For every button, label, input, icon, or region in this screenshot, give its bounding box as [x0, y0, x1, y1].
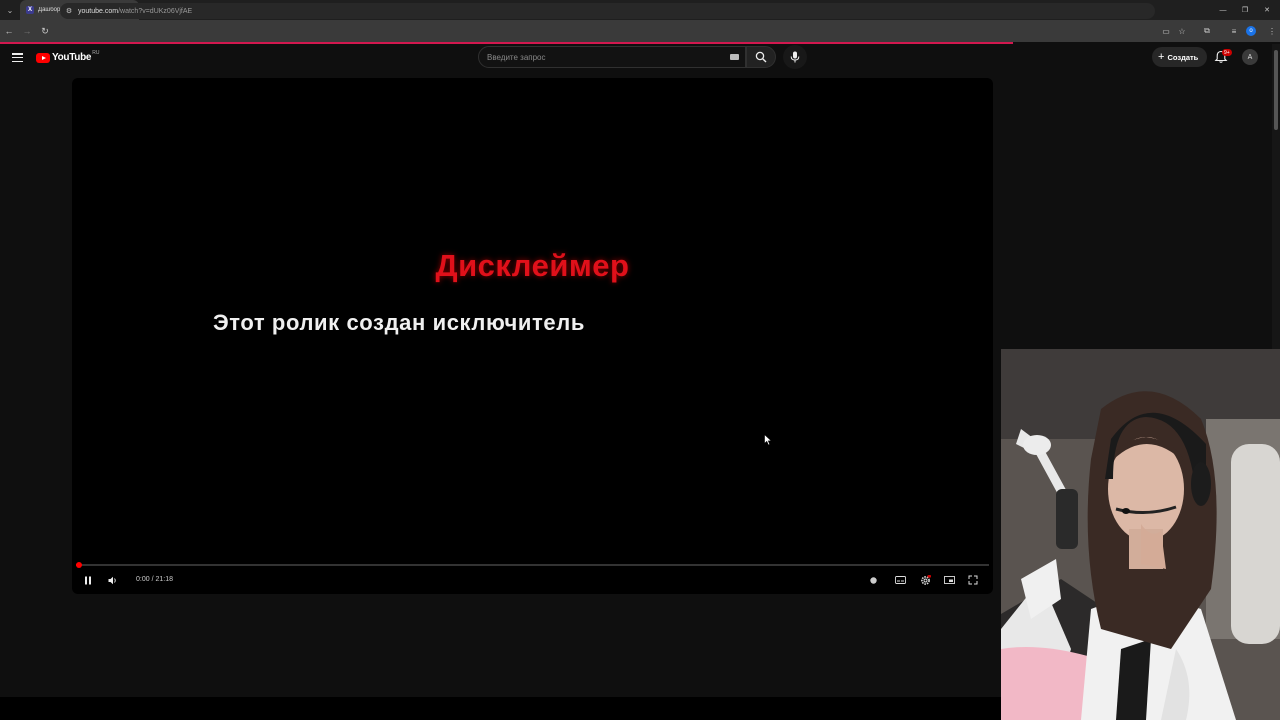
- site-info-icon[interactable]: ⚙: [64, 7, 74, 15]
- theater-mode-icon: [943, 576, 955, 584]
- fullscreen-icon: [968, 575, 978, 585]
- seek-bar[interactable]: [76, 562, 989, 568]
- seek-scrubber[interactable]: [76, 562, 82, 568]
- subtitles-icon: [894, 576, 906, 584]
- youtube-play-icon: [36, 52, 50, 63]
- volume-icon: [108, 576, 116, 584]
- logo-text: YouTube: [52, 52, 92, 63]
- theater-mode-button[interactable]: [941, 572, 957, 588]
- keyboard-icon[interactable]: [730, 54, 739, 60]
- search-icon: [755, 51, 767, 63]
- create-button[interactable]: + Создать: [1152, 47, 1208, 67]
- bookmark-star-icon[interactable]: ☆: [1174, 20, 1190, 42]
- menu-icon[interactable]: [12, 53, 23, 63]
- voice-search-button[interactable]: [783, 45, 807, 69]
- close-window-button[interactable]: ✕: [1256, 0, 1278, 20]
- mouse-cursor-icon: [764, 434, 773, 446]
- video-overlay-text: Этот ролик создан исключитель: [213, 310, 585, 335]
- streamer-webcam-image: [1001, 349, 1280, 720]
- media-control-icon[interactable]: ≡: [1226, 20, 1242, 42]
- volume-button[interactable]: [105, 572, 121, 588]
- plus-icon: +: [1158, 51, 1165, 63]
- browser-menu-icon[interactable]: ⋮: [1264, 20, 1280, 42]
- time-current: 0:00: [136, 576, 150, 583]
- mic-icon: [790, 51, 800, 63]
- fullscreen-button[interactable]: [965, 572, 981, 588]
- search-button[interactable]: [746, 46, 776, 68]
- account-avatar[interactable]: A: [1242, 49, 1258, 65]
- create-label: Создать: [1167, 52, 1199, 62]
- video-overlay-title: Дисклеймер: [435, 248, 630, 283]
- subtitles-button[interactable]: [892, 572, 908, 588]
- x-logo-favicon-icon: X: [26, 6, 34, 14]
- youtube-logo[interactable]: YouTube RU: [36, 50, 100, 63]
- forward-button[interactable]: →: [18, 20, 36, 42]
- settings-gear-icon: [920, 574, 931, 585]
- url-path: /watch?v=dUKz06VjfAE: [118, 7, 193, 15]
- tab-search-icon[interactable]: ⌄: [0, 0, 20, 20]
- settings-button[interactable]: [917, 572, 933, 588]
- url-host: youtube.com: [78, 7, 119, 15]
- cast-icon[interactable]: ▭: [1158, 20, 1174, 42]
- search-box[interactable]: [478, 46, 746, 68]
- reload-button[interactable]: ↻: [36, 20, 54, 42]
- browser-toolbar: ← → ↻: [0, 20, 1280, 42]
- pause-icon: [85, 576, 91, 584]
- notification-badge: 9+: [1222, 49, 1232, 56]
- autoplay-toggle[interactable]: [865, 572, 881, 588]
- time-display: 0:00 / 21:18: [136, 576, 173, 583]
- scrollbar-thumb[interactable]: [1274, 50, 1278, 130]
- profile-icon[interactable]: o: [1243, 20, 1259, 42]
- restore-button[interactable]: ❐: [1234, 0, 1256, 20]
- url-text: youtube.com/watch?v=dUKz06VjfAE: [78, 8, 192, 15]
- address-bar[interactable]: ⚙ youtube.com/watch?v=dUKz06VjfAE: [60, 3, 1155, 19]
- video-player[interactable]: Дисклеймер Этот ролик создан исключитель…: [72, 78, 993, 594]
- page-bottom-strip: [0, 697, 1001, 720]
- time-total: 21:18: [155, 576, 173, 583]
- minimize-button[interactable]: —: [1212, 0, 1234, 20]
- search-input[interactable]: [487, 52, 717, 62]
- back-button[interactable]: ←: [0, 20, 18, 42]
- webcam-overlay: [1001, 349, 1280, 720]
- pause-button[interactable]: [80, 572, 96, 588]
- extensions-icon[interactable]: ⧉: [1199, 20, 1215, 42]
- youtube-header: YouTube RU +Создать 9+ A: [0, 44, 1280, 74]
- screen: ⌄ XДашборд✕✦Комедийные фильмы, которые…✕…: [0, 0, 1280, 720]
- autoplay-icon: [869, 576, 877, 584]
- region-code: RU: [92, 50, 100, 56]
